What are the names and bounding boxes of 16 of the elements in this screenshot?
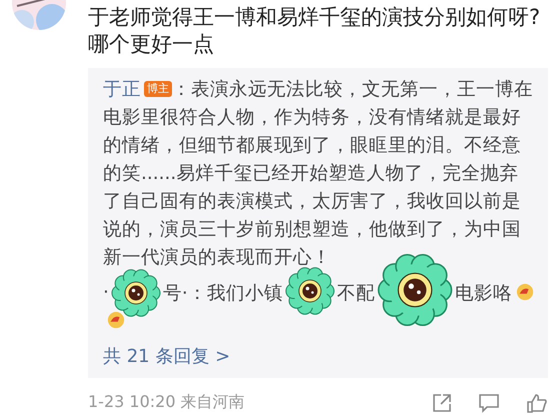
like-icon[interactable] [526,392,548,412]
view-replies-link[interactable]: 共 21 条回复 > [103,344,230,368]
share-icon[interactable] [432,392,452,412]
comment-icon[interactable] [478,392,500,412]
reply-text: 号·：我们小镇 [162,282,283,304]
reply-text: · [103,282,109,302]
flower-sticker-drawing [110,268,161,318]
author-link[interactable]: 于正 [103,79,141,100]
timestamp: 1-23 10:20 来自河南 [88,392,246,413]
blogger-badge: 博主 [144,81,172,97]
reply-text: 电影咯 [454,282,512,304]
reply-text: 不配 [336,282,375,304]
emoji-icon [107,311,125,329]
comment-text: 于老师觉得王一博和易烊千玺的演技分别如何呀?哪个更好一点 [88,4,542,58]
flower-sticker-drawing [284,266,335,316]
emoji-icon [516,283,534,301]
